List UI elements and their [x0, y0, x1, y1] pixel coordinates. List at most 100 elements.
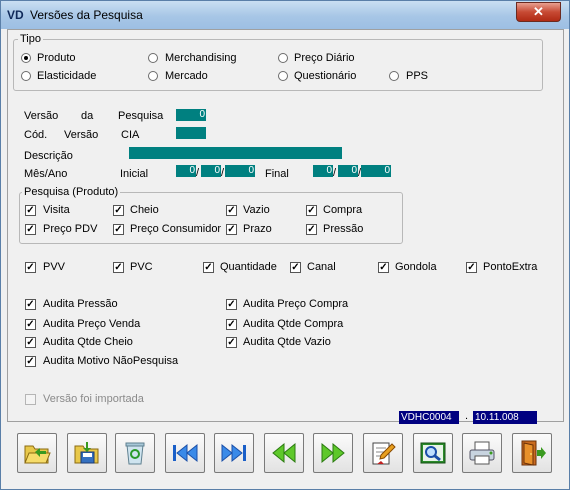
preco-consumidor-label[interactable]: Preço Consumidor [130, 223, 221, 235]
radio-merchandising[interactable] [148, 53, 158, 63]
radio-questionario[interactable] [278, 71, 288, 81]
gondola-checkbox[interactable]: ✓ [378, 262, 389, 273]
exit-door-icon [521, 440, 546, 466]
first-record-button[interactable] [165, 433, 205, 473]
save-button[interactable] [67, 433, 107, 473]
audita-pressao-checkbox[interactable]: ✓ [25, 299, 36, 310]
pvv-label[interactable]: PVV [43, 261, 65, 273]
radio-pps[interactable] [389, 71, 399, 81]
canal-checkbox[interactable]: ✓ [290, 262, 301, 273]
save-icon [74, 442, 99, 464]
vazio-checkbox[interactable]: ✓ [226, 205, 237, 216]
radio-elasticidade[interactable] [21, 71, 31, 81]
audita-qtde-vazio-checkbox[interactable]: ✓ [226, 337, 237, 348]
inicial-month-field[interactable]: 0 [201, 165, 221, 177]
form-area: Tipo Produto Merchandising Preço Diário … [7, 29, 564, 424]
audita-pressao-label[interactable]: Audita Pressão [43, 298, 118, 310]
final-year-field[interactable]: 0 [361, 165, 391, 177]
preco-pdv-label[interactable]: Preço PDV [43, 223, 97, 235]
edit-notepad-icon [372, 442, 396, 465]
previous-record-button[interactable] [264, 433, 304, 473]
title-bar[interactable]: VD Versões da Pesquisa ✕ [1, 1, 569, 29]
radio-produto[interactable] [21, 53, 31, 63]
last-record-button[interactable] [214, 433, 254, 473]
audita-motivo-label[interactable]: Audita Motivo NãoPesquisa [43, 355, 178, 367]
radio-produto-label[interactable]: Produto [37, 52, 76, 64]
gondola-label[interactable]: Gondola [395, 261, 437, 273]
pressao-checkbox[interactable]: ✓ [306, 224, 317, 235]
radio-preco-diario[interactable] [278, 53, 288, 63]
pontoextra-checkbox[interactable]: ✓ [466, 262, 477, 273]
audita-qtde-vazio-label[interactable]: Audita Qtde Vazio [243, 336, 331, 348]
close-button[interactable]: ✕ [516, 2, 561, 22]
pvc-checkbox[interactable]: ✓ [113, 262, 124, 273]
cheio-checkbox[interactable]: ✓ [113, 205, 124, 216]
print-button[interactable] [462, 433, 502, 473]
quantidade-checkbox[interactable]: ✓ [203, 262, 214, 273]
status-version: 10.11.008 [473, 411, 537, 424]
exit-button[interactable] [512, 433, 552, 473]
pressao-label[interactable]: Pressão [323, 223, 363, 235]
audita-qtde-cheio-label[interactable]: Audita Qtde Cheio [43, 336, 133, 348]
final-label: Final [265, 168, 289, 180]
audita-preco-compra-label[interactable]: Audita Preço Compra [243, 298, 348, 310]
radio-pps-label[interactable]: PPS [406, 70, 428, 82]
inicial-year-field[interactable]: 0 [225, 165, 255, 177]
window-title: Versões da Pesquisa [30, 8, 143, 22]
edit-button[interactable] [363, 433, 403, 473]
main-window: VD Versões da Pesquisa ✕ Tipo Produto Me… [0, 0, 570, 490]
radio-mercado[interactable] [148, 71, 158, 81]
prazo-checkbox[interactable]: ✓ [226, 224, 237, 235]
canal-label[interactable]: Canal [307, 261, 336, 273]
audita-preco-venda-checkbox[interactable]: ✓ [25, 319, 36, 330]
versao-field[interactable]: 0 [176, 109, 206, 121]
visita-checkbox[interactable]: ✓ [25, 205, 36, 216]
audita-motivo-checkbox[interactable]: ✓ [25, 356, 36, 367]
audita-qtde-compra-checkbox[interactable]: ✓ [226, 319, 237, 330]
audita-preco-venda-label[interactable]: Audita Preço Venda [43, 318, 140, 330]
pvv-checkbox[interactable]: ✓ [25, 262, 36, 273]
preview-button[interactable] [413, 433, 453, 473]
status-dot: . [465, 410, 469, 422]
open-button[interactable] [17, 433, 57, 473]
quantidade-label[interactable]: Quantidade [220, 261, 277, 273]
delete-button[interactable] [115, 433, 155, 473]
tipo-group [13, 39, 543, 91]
radio-mercado-label[interactable]: Mercado [165, 70, 208, 82]
vazio-label[interactable]: Vazio [243, 204, 270, 216]
radio-elasticidade-label[interactable]: Elasticidade [37, 70, 96, 82]
visita-label[interactable]: Visita [43, 204, 70, 216]
descricao-field[interactable] [129, 147, 342, 159]
pesquisa-label: Pesquisa [118, 110, 164, 122]
cheio-label[interactable]: Cheio [130, 204, 159, 216]
preco-consumidor-checkbox[interactable]: ✓ [113, 224, 124, 235]
compra-label[interactable]: Compra [323, 204, 362, 216]
descricao-label: Descrição [24, 150, 73, 162]
compra-checkbox[interactable]: ✓ [306, 205, 317, 216]
pvc-label[interactable]: PVC [130, 261, 153, 273]
audita-qtde-cheio-checkbox[interactable]: ✓ [25, 337, 36, 348]
audita-preco-compra-checkbox[interactable]: ✓ [226, 299, 237, 310]
prazo-label[interactable]: Prazo [243, 223, 272, 235]
radio-questionario-label[interactable]: Questionário [294, 70, 356, 82]
versao-importada-label: Versão foi importada [43, 393, 144, 405]
cod-versao-label: Versão [64, 129, 99, 141]
previous-record-icon [272, 442, 296, 464]
mesano-label: Mês/Ano [24, 168, 68, 180]
pesquisa-produto-legend: Pesquisa (Produto) [22, 186, 121, 198]
final-month-field[interactable]: 0 [338, 165, 358, 177]
preco-pdv-checkbox[interactable]: ✓ [25, 224, 36, 235]
folder-open-icon [24, 445, 51, 464]
tipo-legend: Tipo [18, 33, 43, 45]
audita-qtde-compra-label[interactable]: Audita Qtde Compra [243, 318, 343, 330]
inicial-day-field[interactable]: 0 [176, 165, 196, 177]
next-record-icon [321, 442, 345, 464]
pesquisa-produto-group [19, 192, 403, 244]
next-record-button[interactable] [313, 433, 353, 473]
final-day-field[interactable]: 0 [313, 165, 333, 177]
cia-field[interactable] [176, 127, 206, 139]
final-sep-1: / [333, 167, 337, 179]
radio-preco-diario-label[interactable]: Preço Diário [294, 52, 355, 64]
radio-merchandising-label[interactable]: Merchandising [165, 52, 237, 64]
pontoextra-label[interactable]: PontoExtra [483, 261, 537, 273]
